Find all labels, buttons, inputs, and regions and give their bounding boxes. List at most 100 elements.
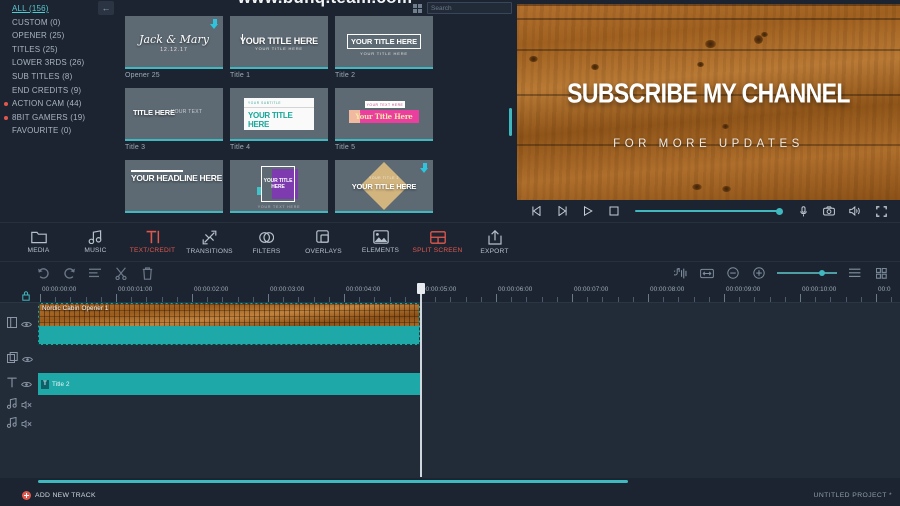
grid-view-icon[interactable] (413, 3, 422, 13)
title-card: YOUR SUBTITLE YOUR TITLE HERE (244, 98, 314, 130)
trash-icon[interactable] (134, 262, 160, 284)
sidebar-category[interactable]: CUSTOM (0) (0, 16, 120, 30)
template-tile[interactable]: YOUR TITLE HERE YOUR TITLE HERE Title 2 (335, 16, 433, 79)
sidebar-category[interactable]: LOWER 3RDS (26) (0, 56, 120, 70)
ruler-tick-minor (860, 297, 862, 302)
stop-button[interactable] (601, 200, 627, 222)
ruler-tick-minor (450, 297, 452, 302)
ruler-label: 00:00:04:00 (346, 286, 381, 293)
next-frame-button[interactable] (549, 200, 575, 222)
template-tile[interactable]: Jack & Mary 12.12.17 Opener 25 (125, 16, 223, 79)
sidebar-category-label: TITLES (25) (12, 44, 58, 54)
eye-icon[interactable] (21, 315, 32, 333)
speaker-icon[interactable] (842, 200, 868, 222)
tab-text-credit[interactable]: TEXT/CREDIT (124, 222, 181, 262)
tab-filters[interactable]: FILTERS (238, 222, 295, 262)
text-track-icon[interactable] (7, 375, 17, 393)
eye-icon[interactable] (21, 375, 32, 393)
eye-icon[interactable] (22, 350, 33, 368)
grid-icon[interactable] (868, 262, 894, 284)
sidebar-category[interactable]: 8BIT GAMERS (19) (0, 111, 120, 125)
fullscreen-icon[interactable] (868, 200, 894, 222)
preview-player[interactable]: SUBSCRIBE MY CHANNEL FOR MORE UPDATES (517, 4, 900, 200)
ruler-tick-minor (359, 297, 361, 302)
video-clip[interactable]: Nordic Cabin Opener 1 (38, 303, 420, 345)
tab-transitions[interactable]: TRANSITIONS (181, 222, 238, 262)
camera-icon[interactable] (816, 200, 842, 222)
mute-icon[interactable] (21, 396, 32, 414)
pip-track-icon[interactable] (7, 350, 18, 368)
top-section: ALL (156) CUSTOM (0) OPENER (25) TITLES (25… (0, 0, 900, 249)
minus-circle-icon[interactable] (720, 262, 746, 284)
prev-frame-button[interactable] (523, 200, 549, 222)
download-icon[interactable] (210, 19, 219, 30)
ruler-tick-minor (602, 297, 604, 302)
search-input[interactable] (431, 4, 515, 12)
category-dot-icon (4, 115, 8, 120)
template-tile[interactable]: YOUR HEADLINE HERE (125, 160, 223, 216)
track-video: Nordic Cabin Opener 1 (0, 303, 900, 345)
template-tile[interactable]: YOUR TITLE HERE YOUR TEXT HERE (230, 160, 328, 216)
progress-knob[interactable] (776, 207, 783, 215)
undo-button[interactable] (30, 262, 56, 284)
ruler-label: 00:00:01:00 (118, 286, 153, 293)
mute-icon[interactable] (21, 415, 32, 433)
library-scrollbar[interactable] (509, 108, 512, 136)
video-track-icon[interactable] (7, 315, 17, 333)
scissors-icon[interactable] (108, 262, 134, 284)
add-new-track-button[interactable]: ADD NEW TRACK (0, 490, 96, 500)
template-tile[interactable]: YOUR TEXT HERE Your Title Here Title 5 (335, 88, 433, 151)
tab-music[interactable]: MUSIC (67, 222, 124, 262)
ruler-tick-minor (100, 297, 102, 302)
text-icon (146, 230, 160, 244)
fit-width-icon[interactable] (694, 262, 720, 284)
sidebar-category-label: ACTION CAM (44) (12, 99, 82, 109)
tab-label: MEDIA (27, 247, 50, 254)
sidebar-category[interactable]: TITLES (25) (0, 43, 120, 57)
ruler-label: 00:00:06:00 (498, 286, 533, 293)
timeline-ruler[interactable]: 00:00:00:00 00:00:01:00 00:00:02:00 00:00:0… (0, 284, 900, 303)
playback-progress-slider[interactable] (635, 200, 783, 222)
sidebar-category[interactable]: SUB TITLES (8) (0, 70, 120, 84)
tab-export[interactable]: EXPORT (466, 222, 523, 262)
ruler-label: 00:00:07:00 (574, 286, 609, 293)
folder-icon (30, 230, 47, 244)
template-tile[interactable]: YOUR SUBTITLE YOUR TITLE HERE Title 4 (230, 88, 328, 151)
ruler-tick-minor (617, 297, 619, 302)
collapse-sidebar-button[interactable]: ← (98, 1, 114, 15)
sidebar-category[interactable]: FAVOURITE (0) (0, 124, 120, 138)
search-box[interactable] (427, 2, 515, 14)
lock-icon[interactable] (22, 288, 30, 301)
playhead-handle[interactable] (416, 283, 425, 294)
playhead[interactable] (416, 283, 425, 477)
ruler-label: 00:0 (878, 286, 891, 293)
audio-track-icon[interactable] (6, 396, 17, 414)
template-thumbnail: TITLE HERE YOUR TEXT (125, 88, 223, 141)
template-tile[interactable]: YOUR TITLE HERE YOUR TITLE HERE Title 1 (230, 16, 328, 79)
tab-split-screen[interactable]: SPLIT SCREEN (409, 222, 466, 262)
waveform-icon[interactable] (668, 262, 694, 284)
zoom-knob[interactable] (819, 270, 825, 276)
timeline-scrollbar[interactable] (38, 480, 628, 483)
template-tile[interactable]: TITLE HERE YOUR TEXT Title 3 (125, 88, 223, 151)
audio-track-icon[interactable] (6, 415, 17, 433)
timeline-zoom-slider[interactable] (777, 266, 837, 280)
tab-media[interactable]: MEDIA (10, 222, 67, 262)
download-icon[interactable] (420, 163, 429, 174)
list-icon[interactable] (842, 262, 868, 284)
play-button[interactable] (575, 200, 601, 222)
ruler-tick-minor (754, 297, 756, 302)
filters-icon (259, 230, 274, 245)
redo-button[interactable] (56, 262, 82, 284)
microphone-icon[interactable] (790, 200, 816, 222)
sidebar-category[interactable]: ACTION CAM (44) (0, 97, 120, 111)
tab-label: TRANSITIONS (186, 247, 233, 255)
tab-elements[interactable]: ELEMENTS (352, 222, 409, 262)
template-tile[interactable]: YOUR TITLE 2 YOUR TITLE HERE (335, 160, 433, 216)
sidebar-category[interactable]: END CREDITS (9) (0, 84, 120, 98)
plus-circle-icon[interactable] (746, 262, 772, 284)
title-clip[interactable]: T Title 2 (38, 373, 420, 395)
tab-overlays[interactable]: OVERLAYS (295, 222, 352, 262)
sidebar-category[interactable]: OPENER (25) (0, 29, 120, 43)
align-button[interactable] (82, 262, 108, 284)
